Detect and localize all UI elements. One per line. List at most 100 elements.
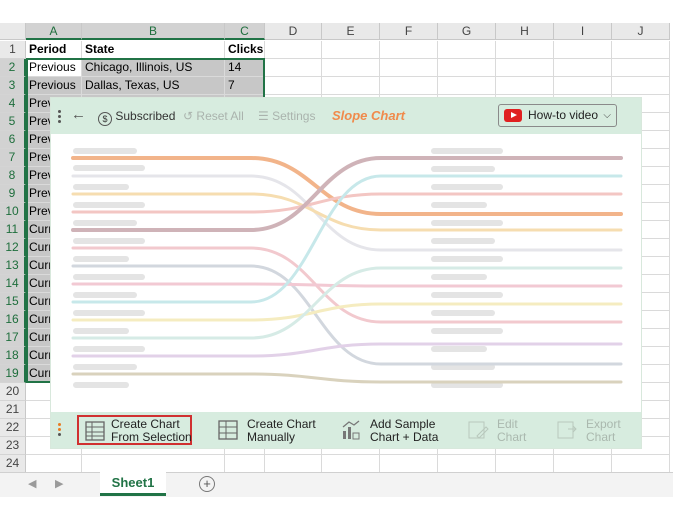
row-header[interactable]: 16 bbox=[0, 311, 26, 329]
empty-cell[interactable] bbox=[496, 77, 554, 95]
slope-lines bbox=[71, 156, 623, 384]
column-header[interactable]: G bbox=[438, 23, 496, 40]
data-cell[interactable]: Previous bbox=[26, 59, 82, 77]
create-chart-manually-button[interactable]: Create Chart Manually bbox=[217, 415, 317, 445]
action-bar-handle-icon[interactable] bbox=[58, 421, 62, 438]
add-sheet-button[interactable]: + bbox=[199, 476, 215, 492]
row-header[interactable]: 18 bbox=[0, 347, 26, 365]
empty-cell[interactable] bbox=[380, 77, 438, 95]
empty-cell[interactable] bbox=[612, 455, 670, 472]
data-cell[interactable]: Dallas, Texas, US bbox=[82, 77, 225, 95]
empty-cell[interactable] bbox=[26, 455, 82, 472]
empty-cell[interactable] bbox=[496, 41, 554, 59]
reset-icon: ↺ bbox=[183, 109, 194, 123]
row-header[interactable]: 13 bbox=[0, 257, 26, 275]
empty-cell[interactable] bbox=[438, 41, 496, 59]
data-cell[interactable]: Chicago, Illinois, US bbox=[82, 59, 225, 77]
empty-cell[interactable] bbox=[322, 455, 380, 472]
data-cell[interactable]: 7 bbox=[225, 77, 265, 95]
empty-cell[interactable] bbox=[225, 455, 265, 472]
column-header[interactable]: B bbox=[82, 23, 225, 40]
row-header[interactable]: 1 bbox=[0, 41, 26, 59]
row-header[interactable]: 15 bbox=[0, 293, 26, 311]
row-header[interactable]: 14 bbox=[0, 275, 26, 293]
reset-all-button[interactable]: ↺ Reset All bbox=[183, 107, 244, 125]
settings-label: Settings bbox=[272, 109, 316, 123]
empty-cell[interactable] bbox=[438, 77, 496, 95]
row-header[interactable]: 12 bbox=[0, 239, 26, 257]
empty-cell[interactable] bbox=[438, 455, 496, 472]
column-header[interactable]: H bbox=[496, 23, 554, 40]
row-header[interactable]: 20 bbox=[0, 383, 26, 401]
row-header[interactable]: 21 bbox=[0, 401, 26, 419]
empty-cell[interactable] bbox=[612, 41, 670, 59]
empty-cell[interactable] bbox=[265, 59, 322, 77]
empty-cell[interactable] bbox=[380, 59, 438, 77]
select-all-corner[interactable] bbox=[0, 23, 26, 40]
empty-cell[interactable] bbox=[265, 41, 322, 59]
settings-button[interactable]: ☰ Settings bbox=[258, 107, 315, 125]
empty-cell[interactable] bbox=[438, 59, 496, 77]
data-cell[interactable]: 14 bbox=[225, 59, 265, 77]
slope-line bbox=[71, 264, 623, 366]
subscribed-button[interactable]: $ Subscribed bbox=[98, 107, 176, 126]
column-header[interactable]: J bbox=[612, 23, 670, 40]
drag-handle-icon[interactable] bbox=[58, 108, 62, 125]
row-header[interactable]: 22 bbox=[0, 419, 26, 437]
table-grid-icon bbox=[85, 421, 105, 441]
column-header[interactable]: I bbox=[554, 23, 612, 40]
empty-cell[interactable] bbox=[496, 59, 554, 77]
empty-cell[interactable] bbox=[265, 455, 322, 472]
column-header[interactable]: C bbox=[225, 23, 265, 40]
empty-cell[interactable] bbox=[380, 41, 438, 59]
howto-video-dropdown[interactable]: How-to video ⌵ bbox=[498, 104, 617, 127]
empty-cell[interactable] bbox=[554, 77, 612, 95]
empty-cell[interactable] bbox=[554, 59, 612, 77]
data-cell[interactable]: Previous bbox=[26, 77, 82, 95]
empty-cell[interactable] bbox=[380, 455, 438, 472]
row-header[interactable]: 11 bbox=[0, 221, 26, 239]
subscribed-label: Subscribed bbox=[115, 109, 176, 123]
add-sample-chart-button[interactable]: Add Sample Chart + Data bbox=[340, 415, 440, 445]
row-header[interactable]: 10 bbox=[0, 203, 26, 221]
header-cell[interactable]: State bbox=[82, 41, 225, 59]
row-header[interactable]: 8 bbox=[0, 167, 26, 185]
row-header[interactable]: 19 bbox=[0, 365, 26, 383]
next-sheet-arrow-icon[interactable]: ▶ bbox=[55, 477, 63, 490]
empty-cell[interactable] bbox=[612, 77, 670, 95]
empty-cell[interactable] bbox=[82, 455, 225, 472]
edit-chart-button[interactable]: Edit Chart bbox=[467, 415, 537, 445]
empty-cell[interactable] bbox=[322, 41, 380, 59]
header-cell[interactable]: Clicks bbox=[225, 41, 265, 59]
slope-line bbox=[71, 192, 623, 214]
row-header[interactable]: 4 bbox=[0, 95, 26, 113]
column-header[interactable]: D bbox=[265, 23, 322, 40]
empty-cell[interactable] bbox=[554, 455, 612, 472]
row-header[interactable]: 23 bbox=[0, 437, 26, 455]
column-header[interactable]: A bbox=[26, 23, 82, 40]
sheet-tab[interactable]: Sheet1 bbox=[100, 472, 166, 496]
row-header[interactable]: 9 bbox=[0, 185, 26, 203]
row-header[interactable]: 5 bbox=[0, 113, 26, 131]
prev-sheet-arrow-icon[interactable]: ◀ bbox=[28, 477, 36, 490]
row-header[interactable]: 3 bbox=[0, 77, 26, 95]
empty-cell[interactable] bbox=[322, 77, 380, 95]
export-chart-button[interactable]: Export Chart bbox=[556, 415, 631, 445]
empty-cell[interactable] bbox=[265, 77, 322, 95]
empty-cell[interactable] bbox=[322, 59, 380, 77]
column-header[interactable]: E bbox=[322, 23, 380, 40]
row-header[interactable]: 2 bbox=[0, 59, 26, 77]
row-header[interactable]: 6 bbox=[0, 131, 26, 149]
edit-chart-icon bbox=[468, 421, 489, 439]
empty-cell[interactable] bbox=[554, 41, 612, 59]
slope-chart-panel: ← $ Subscribed ↺ Reset All ☰ Settings Sl… bbox=[50, 97, 642, 449]
back-arrow-icon[interactable]: ← bbox=[71, 106, 86, 124]
header-cell[interactable]: Period bbox=[26, 41, 82, 59]
row-header[interactable]: 17 bbox=[0, 329, 26, 347]
empty-cell[interactable] bbox=[496, 455, 554, 472]
column-header[interactable]: F bbox=[380, 23, 438, 40]
row-header[interactable]: 7 bbox=[0, 149, 26, 167]
empty-cell[interactable] bbox=[612, 59, 670, 77]
row-header[interactable]: 24 bbox=[0, 455, 26, 472]
create-chart-from-selection-button[interactable]: Create Chart From Selection bbox=[77, 415, 192, 445]
